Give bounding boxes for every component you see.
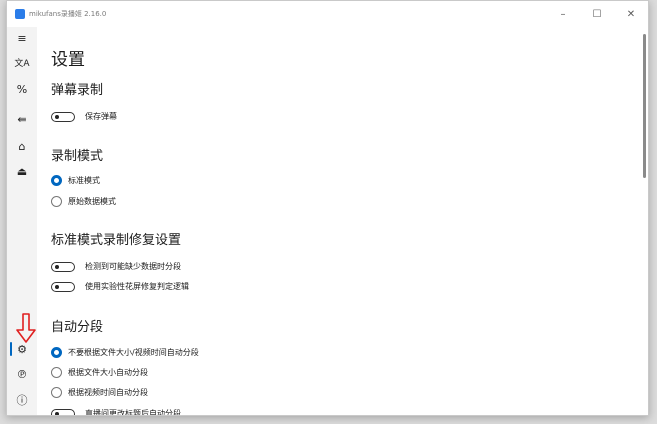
split-on-title-change-row[interactable]: 直播间更改标题后自动分段 bbox=[51, 408, 181, 416]
vertical-scrollbar[interactable] bbox=[643, 34, 646, 178]
record-mode-title: 录制模式 bbox=[51, 149, 104, 164]
page-title: 设置 bbox=[51, 50, 85, 70]
app-logo-icon bbox=[15, 9, 25, 19]
auto-split-title: 自动分段 bbox=[51, 320, 104, 335]
mode-option-raw[interactable]: 原始数据模式 bbox=[51, 196, 116, 207]
toggle-label: 使用实验性花屏修复判定逻辑 bbox=[85, 282, 189, 291]
translate-icon[interactable]: 文A bbox=[7, 51, 37, 73]
split-option-label: 根据视频时间自动分段 bbox=[68, 388, 148, 397]
save-danmaku-toggle[interactable] bbox=[51, 111, 75, 122]
info-icon[interactable]: ⓘ bbox=[7, 389, 37, 411]
mode-option-label: 原始数据模式 bbox=[68, 197, 116, 206]
radio-unselected[interactable] bbox=[51, 387, 62, 398]
maximize-button[interactable]: ☐ bbox=[580, 1, 614, 27]
menu-icon[interactable]: ≡ bbox=[7, 27, 37, 49]
split-option-time[interactable]: 根据视频时间自动分段 bbox=[51, 387, 148, 398]
experimental-fix-toggle[interactable] bbox=[51, 281, 75, 292]
title-bar: mikufans录播姬 2.16.0 – ☐ ✕ bbox=[7, 1, 648, 27]
save-danmaku-row[interactable]: 保存弹幕 bbox=[51, 111, 117, 122]
toggle-label: 检测到可能缺少数据时分段 bbox=[85, 262, 181, 271]
radio-unselected[interactable] bbox=[51, 367, 62, 378]
radio-unselected[interactable] bbox=[51, 196, 62, 207]
settings-content: 设置 弹幕录制 保存弹幕 录制模式 标准模式 原始数据模式 标准模式录制修复设置… bbox=[37, 27, 638, 415]
radio-selected[interactable] bbox=[51, 175, 62, 186]
fix-settings-title: 标准模式录制修复设置 bbox=[51, 233, 182, 248]
split-on-missing-data-toggle[interactable] bbox=[51, 261, 75, 272]
app-window: mikufans录播姬 2.16.0 – ☐ ✕ ≡ 文A % ⇚ ⌂ ⏏ ⚙ … bbox=[6, 0, 649, 416]
split-on-title-change-toggle[interactable] bbox=[51, 408, 75, 415]
window-controls: – ☐ ✕ bbox=[546, 1, 648, 27]
save-danmaku-label: 保存弹幕 bbox=[85, 112, 117, 121]
danmaku-section-title: 弹幕录制 bbox=[51, 83, 104, 98]
mode-option-label: 标准模式 bbox=[68, 176, 100, 185]
minimize-button[interactable]: – bbox=[546, 1, 580, 27]
annotation-arrow-icon bbox=[16, 313, 36, 343]
announce-icon[interactable]: ⇚ bbox=[7, 108, 37, 130]
sidebar: ≡ 文A % ⇚ ⌂ ⏏ ⚙ ℗ ⓘ bbox=[7, 27, 37, 415]
split-option-label: 根据文件大小自动分段 bbox=[68, 368, 148, 377]
toggle-label: 直播间更改标题后自动分段 bbox=[85, 409, 181, 416]
experimental-fix-row[interactable]: 使用实验性花屏修复判定逻辑 bbox=[51, 281, 189, 292]
split-option-size[interactable]: 根据文件大小自动分段 bbox=[51, 367, 148, 378]
link-icon[interactable]: ℗ bbox=[7, 363, 37, 385]
drive-icon[interactable]: ⏏ bbox=[7, 160, 37, 182]
mode-option-standard[interactable]: 标准模式 bbox=[51, 175, 100, 186]
slash-percent-icon[interactable]: % bbox=[7, 78, 37, 100]
close-button[interactable]: ✕ bbox=[614, 1, 648, 27]
split-option-label: 不要根据文件大小/视频时间自动分段 bbox=[68, 348, 199, 357]
split-option-none[interactable]: 不要根据文件大小/视频时间自动分段 bbox=[51, 347, 199, 358]
split-on-missing-data-row[interactable]: 检测到可能缺少数据时分段 bbox=[51, 261, 181, 272]
home-icon[interactable]: ⌂ bbox=[7, 135, 37, 157]
radio-selected[interactable] bbox=[51, 347, 62, 358]
window-title: mikufans录播姬 2.16.0 bbox=[29, 10, 107, 18]
